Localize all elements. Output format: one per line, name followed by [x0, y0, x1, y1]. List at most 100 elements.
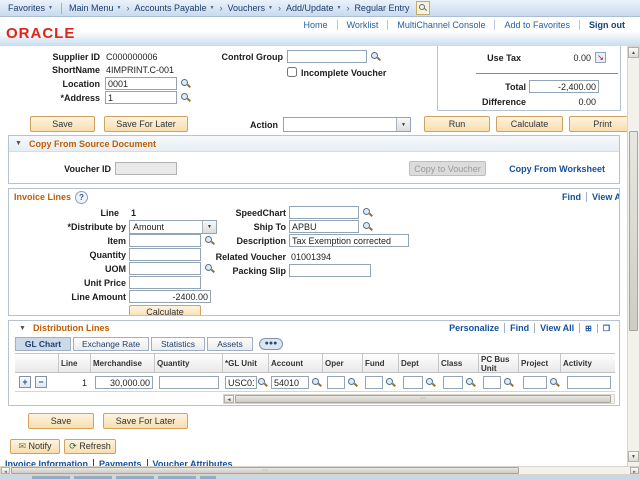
horizontal-scrollbar-thumb[interactable]: ⋯ — [11, 467, 519, 474]
add-row-button[interactable]: + — [19, 376, 31, 388]
fund-lookup-icon[interactable] — [385, 377, 396, 388]
tab-assets[interactable]: Assets — [207, 337, 253, 351]
print-button[interactable]: Print — [569, 116, 627, 132]
crumb-accounts-payable[interactable]: Accounts Payable ▼ — [134, 3, 214, 13]
copy-from-worksheet-link[interactable]: Copy From Worksheet — [509, 164, 605, 174]
difference-label: Difference — [438, 97, 526, 107]
use-tax-label: Use Tax — [438, 53, 521, 63]
line-amount-input[interactable] — [129, 290, 211, 303]
multichannel-console-link[interactable]: MultiChannel Console — [388, 20, 495, 30]
favorites-menu[interactable]: Favorites ▼ — [8, 3, 53, 13]
unit-price-input[interactable] — [129, 276, 201, 289]
main-menu[interactable]: Main Menu ▼ — [69, 3, 121, 13]
download-icon[interactable]: ⊞ — [580, 324, 598, 333]
address-input[interactable] — [105, 91, 177, 104]
ship-to-lookup-icon[interactable] — [362, 221, 373, 232]
vertical-scrollbar-thumb[interactable] — [629, 131, 638, 331]
row-quantity-input[interactable] — [159, 376, 219, 389]
refresh-icon: ⟳ — [69, 441, 77, 451]
row-account-input[interactable] — [271, 376, 309, 389]
save-for-later-button[interactable]: Save For Later — [104, 116, 188, 132]
line-amount-label: Line Amount — [29, 292, 126, 302]
class-lookup-icon[interactable] — [465, 377, 476, 388]
voucher-id-label: Voucher ID — [9, 164, 111, 174]
total-input[interactable] — [529, 80, 599, 93]
oper-unit-lookup-icon[interactable] — [347, 377, 358, 388]
pc-bus-unit-lookup-icon[interactable] — [503, 377, 514, 388]
search-icon[interactable] — [416, 1, 430, 15]
chevron-down-icon: ▼ — [48, 5, 53, 11]
control-group-input[interactable] — [287, 50, 367, 63]
personalize-link[interactable]: Personalize — [444, 323, 505, 333]
address-lookup-icon[interactable] — [180, 92, 191, 103]
line-label: Line — [29, 208, 119, 218]
use-tax-drill-icon[interactable]: ↘ — [595, 52, 606, 63]
dept-lookup-icon[interactable] — [425, 377, 436, 388]
account-lookup-icon[interactable] — [311, 377, 322, 388]
worklist-link[interactable]: Worklist — [338, 20, 389, 30]
row-pc-bus-unit-input[interactable] — [483, 376, 501, 389]
tab-gl-chart[interactable]: GL Chart — [15, 337, 71, 351]
gl-unit-lookup-icon[interactable] — [257, 377, 268, 388]
sign-out-link[interactable]: Sign out — [580, 20, 634, 30]
divider — [61, 3, 62, 14]
refresh-button[interactable]: ⟳ Refresh — [64, 439, 116, 454]
speedchart-input[interactable] — [289, 206, 359, 219]
incomplete-voucher-checkbox[interactable] — [287, 67, 297, 77]
taskbar-edge — [0, 475, 640, 480]
footer-save-button[interactable]: Save — [28, 413, 94, 429]
popup-window-icon[interactable]: ❒ — [598, 324, 615, 333]
footer-save-for-later-button[interactable]: Save For Later — [103, 413, 188, 429]
collapse-triangle-icon[interactable]: ▼ — [19, 325, 26, 332]
control-group-lookup-icon[interactable] — [370, 51, 381, 62]
row-activity-input[interactable] — [567, 376, 611, 389]
row-dept-input[interactable] — [403, 376, 423, 389]
row-class-input[interactable] — [443, 376, 463, 389]
description-label: Description — [186, 236, 286, 246]
location-lookup-icon[interactable] — [180, 78, 191, 89]
view-all-link[interactable]: View All — [535, 323, 580, 333]
incomplete-voucher-label: Incomplete Voucher — [301, 68, 386, 78]
calculate-line-button[interactable]: Calculate — [129, 305, 201, 316]
show-all-tabs-icon[interactable]: ●●● — [259, 338, 283, 350]
save-button[interactable]: Save — [30, 116, 95, 132]
page-horizontal-scrollbar[interactable]: ◄ ⋯ ► — [0, 466, 640, 475]
speedchart-lookup-icon[interactable] — [362, 207, 373, 218]
row-project-input[interactable] — [523, 376, 547, 389]
find-link[interactable]: Find — [557, 192, 587, 202]
scroll-down-icon[interactable]: ▼ — [628, 451, 639, 462]
crumb-add-update[interactable]: Add/Update ▼ — [286, 3, 342, 13]
calculate-button[interactable]: Calculate — [496, 116, 563, 132]
row-gl-unit-input[interactable] — [225, 376, 257, 389]
ship-to-input[interactable] — [289, 220, 359, 233]
row-merchandise-amt-input[interactable] — [95, 376, 153, 389]
page-vertical-scrollbar[interactable]: ▲ ▼ — [627, 46, 640, 467]
crumb-regular-entry: Regular Entry — [354, 3, 409, 13]
action-dropdown[interactable]: ▼ — [283, 117, 411, 132]
crumb-vouchers[interactable]: Vouchers ▼ — [227, 3, 272, 13]
collapse-triangle-icon[interactable]: ▼ — [15, 140, 22, 147]
home-link[interactable]: Home — [295, 20, 338, 30]
run-button[interactable]: Run — [424, 116, 490, 132]
help-icon[interactable]: ? — [75, 191, 88, 204]
scroll-left-icon[interactable]: ◄ — [224, 395, 234, 403]
tab-exchange-rate[interactable]: Exchange Rate — [73, 337, 149, 351]
crumb-label: Vouchers — [227, 3, 265, 13]
delete-row-button[interactable]: − — [35, 376, 47, 388]
location-input[interactable] — [105, 77, 177, 90]
grid-scrollbar-thumb[interactable]: ⋯ — [235, 395, 611, 403]
notify-button[interactable]: ✉ Notify — [10, 439, 60, 454]
tab-statistics[interactable]: Statistics — [151, 337, 205, 351]
view-all-link[interactable]: View All — [587, 192, 620, 202]
project-lookup-icon[interactable] — [549, 377, 560, 388]
scroll-right-icon[interactable]: ► — [630, 467, 639, 474]
scroll-up-icon[interactable]: ▲ — [628, 47, 639, 58]
find-link[interactable]: Find — [505, 323, 535, 333]
add-to-favorites-link[interactable]: Add to Favorites — [495, 20, 580, 30]
description-input[interactable] — [289, 234, 409, 247]
packing-slip-input[interactable] — [289, 264, 371, 277]
row-fund-input[interactable] — [365, 376, 383, 389]
grid-horizontal-scrollbar[interactable]: ◄ ⋯ — [223, 394, 615, 404]
scroll-left-icon[interactable]: ◄ — [1, 467, 10, 474]
row-oper-unit-input[interactable] — [327, 376, 345, 389]
